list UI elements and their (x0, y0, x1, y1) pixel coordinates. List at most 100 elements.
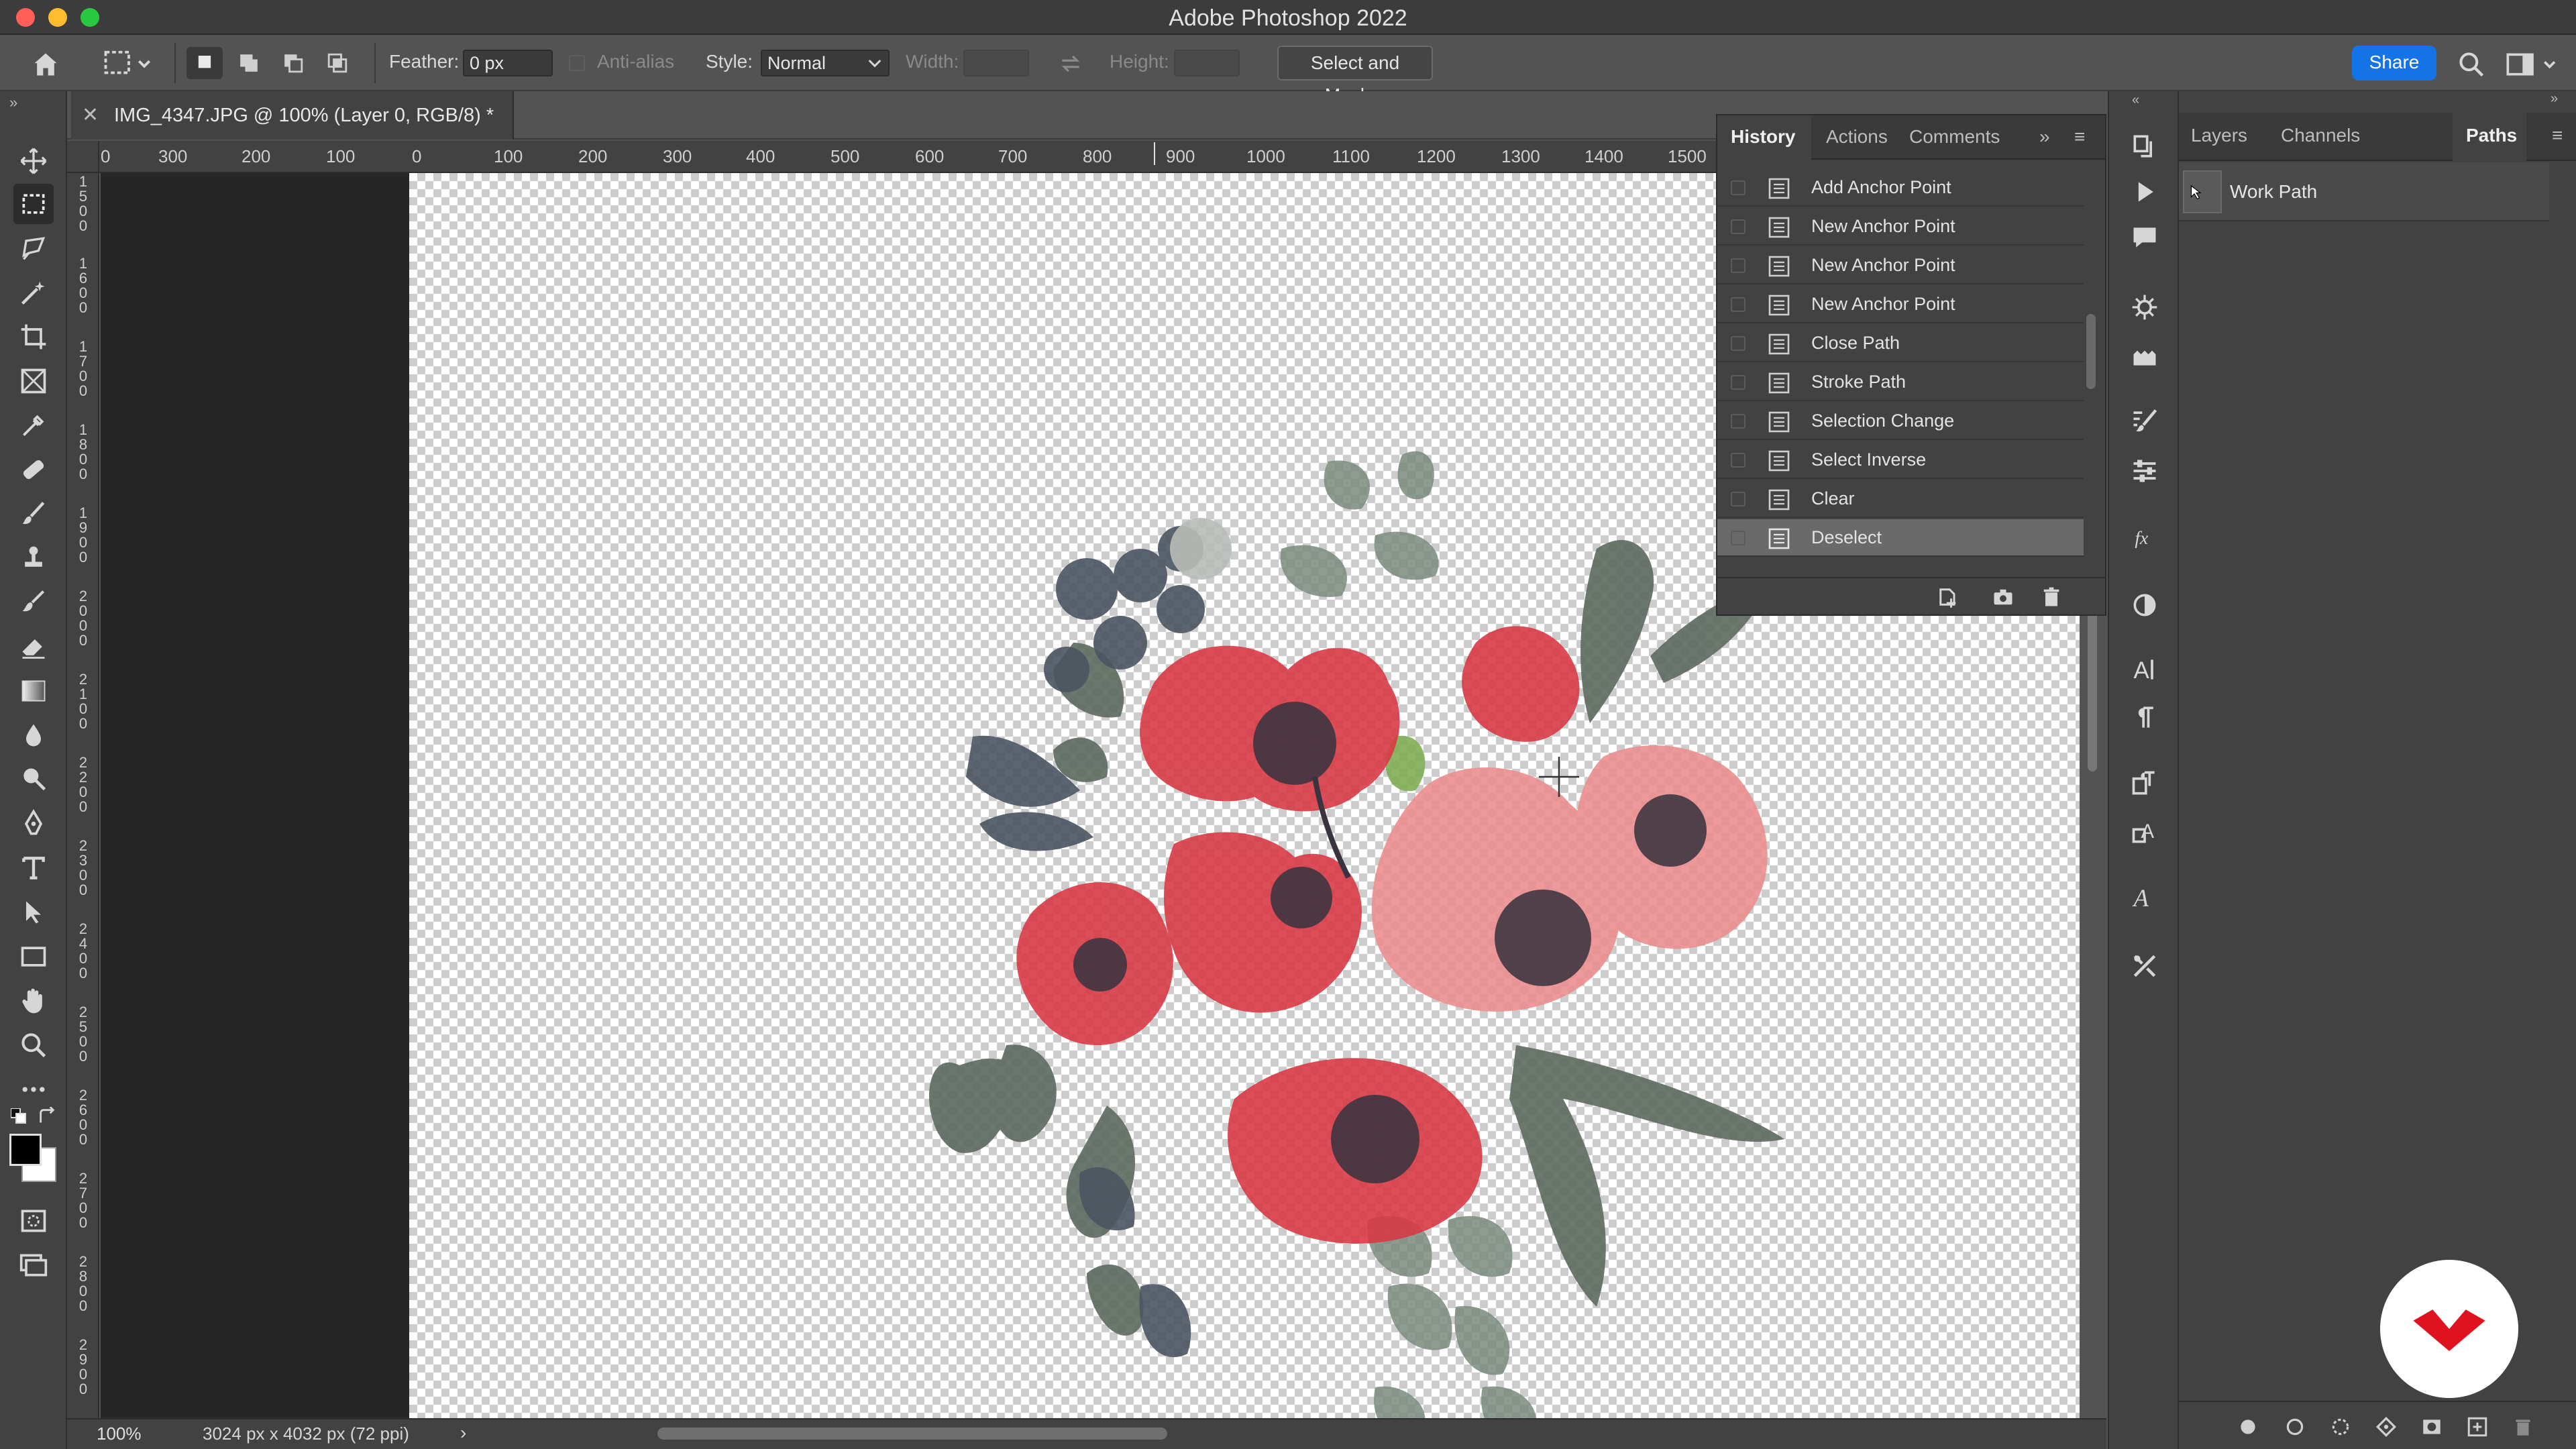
zoom-tool-icon[interactable] (17, 1029, 50, 1061)
swap-width-height-icon[interactable] (1057, 51, 1084, 76)
history-checkbox[interactable] (1731, 414, 1746, 429)
load-path-as-selection-icon[interactable] (2329, 1415, 2352, 1438)
panel-menu-icon[interactable]: ≡ (2074, 126, 2085, 148)
adjustments-icon[interactable] (2130, 590, 2159, 620)
paragraph-panel-icon[interactable] (2130, 703, 2159, 733)
history-item[interactable]: Stroke Path (1717, 364, 2084, 401)
add-to-selection-button[interactable] (231, 47, 267, 79)
close-tab-icon[interactable]: ✕ (82, 103, 99, 127)
zoom-level[interactable]: 100% (97, 1424, 142, 1444)
panel-menu-icon[interactable]: ≡ (2552, 125, 2563, 146)
more-tools-icon[interactable] (17, 1073, 50, 1106)
brush-tool-icon[interactable] (17, 498, 50, 530)
history-checkbox[interactable] (1731, 258, 1746, 273)
quick-mask-icon[interactable] (17, 1205, 50, 1237)
tab-layers[interactable]: Layers (2191, 125, 2247, 146)
style-select[interactable]: Normal (761, 50, 890, 76)
clone-stamp-tool-icon[interactable] (17, 542, 50, 574)
stroke-path-icon[interactable] (2284, 1415, 2306, 1438)
history-checkbox[interactable] (1731, 297, 1746, 312)
tab-history[interactable]: History (1731, 126, 1795, 148)
path-row-work-path[interactable]: Work Path (2179, 162, 2549, 221)
make-work-path-icon[interactable] (2375, 1415, 2398, 1438)
history-checkbox[interactable] (1731, 180, 1746, 195)
screen-mode-icon[interactable] (17, 1249, 50, 1281)
healing-brush-tool-icon[interactable] (17, 453, 50, 486)
anti-alias-checkbox[interactable] (569, 55, 585, 71)
history-checkbox[interactable] (1731, 219, 1746, 234)
lasso-tool-icon[interactable] (17, 232, 50, 264)
history-item[interactable]: New Anchor Point (1717, 286, 2084, 323)
crop-tool-icon[interactable] (17, 321, 50, 353)
magic-wand-tool-icon[interactable] (17, 276, 50, 309)
history-item[interactable]: Clear (1717, 480, 2084, 518)
character-panel-icon[interactable]: A (2130, 655, 2159, 684)
tool-presets-icon[interactable] (2130, 951, 2159, 981)
history-item[interactable]: New Anchor Point (1717, 247, 2084, 284)
new-selection-button[interactable] (186, 47, 223, 79)
camera-icon[interactable] (1991, 585, 2015, 609)
new-path-icon[interactable] (2466, 1415, 2489, 1438)
foreground-color-swatch[interactable] (9, 1134, 42, 1166)
eyedropper-tool-icon[interactable] (17, 409, 50, 441)
character-styles-icon[interactable]: A (2130, 817, 2159, 847)
history-item[interactable]: Select Inverse (1717, 441, 2084, 479)
comments-icon[interactable] (2130, 223, 2159, 252)
collapse-panels-icon[interactable]: » (2551, 91, 2558, 107)
swap-colors-icon[interactable] (38, 1106, 56, 1126)
intersect-selection-button[interactable] (319, 47, 356, 79)
pen-tool-icon[interactable] (17, 808, 50, 840)
history-scrollbar-thumb[interactable] (2086, 314, 2096, 389)
play-actions-icon[interactable] (2130, 177, 2159, 207)
marquee-preset-picker[interactable] (99, 48, 158, 79)
history-item[interactable]: Close Path (1717, 325, 2084, 362)
history-brush-tool-icon[interactable] (17, 586, 50, 619)
share-button[interactable]: Share (2352, 46, 2436, 80)
subtract-from-selection-button[interactable] (275, 47, 311, 79)
select-and-mask-button[interactable]: Select and Mask... (1277, 46, 1433, 105)
document-tab[interactable]: ✕ IMG_4347.JPG @ 100% (Layer 0, RGB/8) * (71, 91, 514, 140)
blur-tool-icon[interactable] (17, 719, 50, 751)
history-item[interactable]: Selection Change (1717, 402, 2084, 440)
history-item[interactable]: Add Anchor Point (1717, 169, 2084, 207)
trash-icon[interactable] (2039, 585, 2063, 609)
color-wheel-icon[interactable] (2130, 292, 2159, 322)
expand-panel-icon[interactable]: » (2039, 126, 2050, 148)
paragraph-styles-icon[interactable] (2130, 769, 2159, 798)
new-document-from-state-icon[interactable] (1936, 585, 1960, 609)
vertical-scrollbar-thumb[interactable] (2088, 604, 2097, 771)
brush-settings-icon[interactable] (2130, 407, 2159, 436)
layer-styles-fx-icon[interactable]: fx (2130, 522, 2159, 551)
gradient-tool-icon[interactable] (17, 675, 50, 707)
history-item-selected[interactable]: Deselect (1717, 519, 2084, 557)
tab-actions[interactable]: Actions (1826, 126, 1888, 148)
width-input[interactable] (963, 50, 1029, 76)
glyphs-icon[interactable]: A (2130, 883, 2159, 912)
path-selection-tool-icon[interactable] (17, 896, 50, 928)
height-input[interactable] (1174, 50, 1240, 76)
history-checkbox[interactable] (1731, 453, 1746, 468)
history-checkbox[interactable] (1731, 492, 1746, 506)
history-checkbox[interactable] (1731, 375, 1746, 390)
type-tool-icon[interactable] (17, 852, 50, 884)
search-icon[interactable] (2457, 50, 2486, 79)
horizontal-scrollbar-thumb[interactable] (657, 1428, 1167, 1440)
history-item[interactable]: New Anchor Point (1717, 208, 2084, 246)
tab-channels[interactable]: Channels (2281, 125, 2360, 146)
home-icon[interactable] (31, 50, 60, 79)
eraser-tool-icon[interactable] (17, 631, 50, 663)
default-colors-icon[interactable] (10, 1108, 27, 1124)
collapse-strip-icon[interactable]: « (2132, 93, 2139, 108)
swatches-grid-icon[interactable] (2130, 341, 2159, 370)
workspace-switcher-icon[interactable] (2502, 50, 2563, 79)
add-mask-icon[interactable] (2420, 1415, 2443, 1438)
adjustments-sliders-icon[interactable] (2130, 456, 2159, 486)
history-checkbox[interactable] (1731, 336, 1746, 351)
dodge-tool-icon[interactable] (17, 763, 50, 796)
delete-path-icon[interactable] (2512, 1415, 2534, 1438)
tab-comments[interactable]: Comments (1909, 126, 2000, 148)
fill-path-icon[interactable] (2237, 1415, 2259, 1438)
tab-paths[interactable]: Paths (2466, 125, 2517, 146)
history-checkbox[interactable] (1731, 531, 1746, 545)
rectangular-marquee-tool-icon[interactable] (13, 184, 54, 224)
